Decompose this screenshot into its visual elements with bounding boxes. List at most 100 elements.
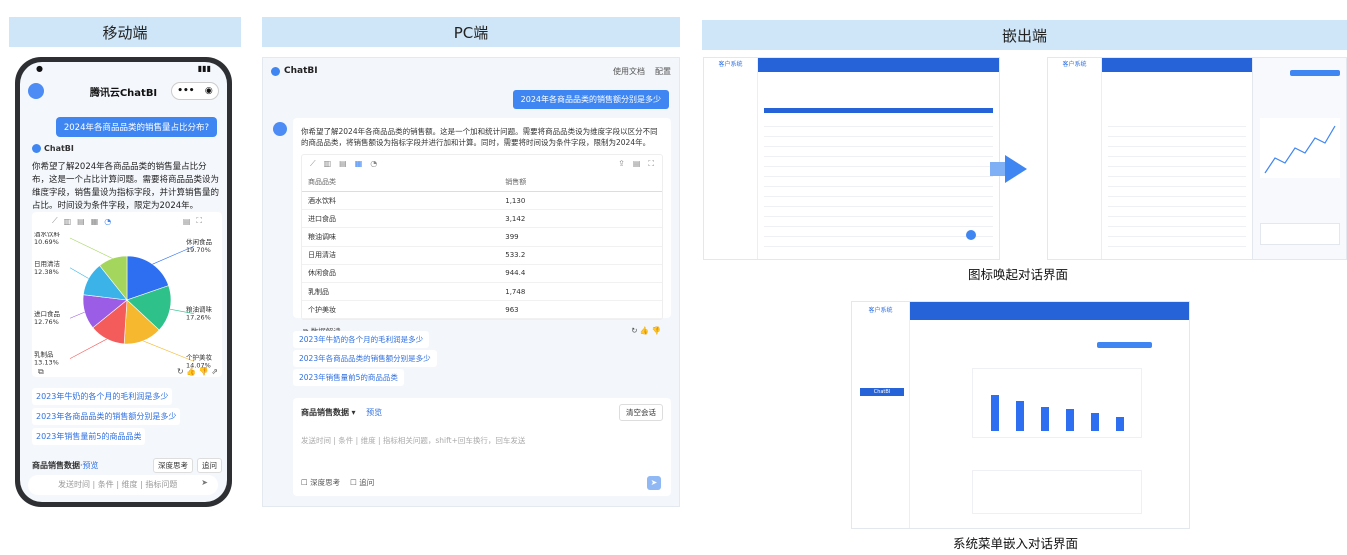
table-header: 销售额 [499, 173, 662, 192]
phone-screen: ● ▮▮▮ 腾讯云ChatBI ••• ◉ 2024年各商品品类的销售量占比分布? … [20, 62, 227, 502]
pie-value-label: 12.38% [34, 268, 59, 276]
embed-table-row [764, 166, 993, 167]
pc-input-box[interactable]: 商品销售数据 ▾ 预览 清空会话 发送时间 | 条件 | 维度 | 指标相关问题… [293, 398, 671, 496]
bot-answer-text: 你希望了解2024年各商品品类的销售量占比分布，这是一个占比计算问题。需要将商品… [32, 162, 220, 211]
drawer-line-chart [1260, 118, 1340, 178]
pc-header-label: PC端 [453, 23, 489, 42]
export-icon[interactable]: ▤ [183, 217, 191, 226]
pie-value-label: 13.13% [34, 359, 59, 367]
pie-leader-line [69, 267, 89, 279]
preview-link[interactable]: 预览 [366, 408, 382, 417]
embed-table-row [1108, 226, 1246, 227]
line-chart-icon[interactable]: ⟋ [310, 159, 316, 169]
caption-icon-invoke: 图标唤起对话界面 [968, 267, 1069, 282]
table-row: 个护美妆 963 [302, 300, 662, 320]
feedback-icons[interactable]: ↻ 👍 👎 [631, 326, 661, 337]
fullscreen-icon[interactable]: ⛶ [648, 159, 654, 169]
pie-chart-icon[interactable]: ◔ [370, 159, 377, 169]
embed-table-row [1108, 196, 1246, 197]
embed-table-row [1108, 186, 1246, 187]
chatbi-float-icon[interactable] [966, 230, 976, 240]
settings-link[interactable]: 配置 [655, 66, 671, 77]
fullscreen-icon[interactable]: ⛶ [196, 216, 202, 226]
table-row: 粮油调味 399 [302, 227, 662, 247]
chat-input[interactable] [1260, 223, 1340, 245]
send-icon[interactable]: ➤ [647, 476, 661, 490]
table-cell: 1,130 [499, 191, 662, 211]
deep-think-checkbox[interactable]: ☐ 深度思考 [301, 477, 340, 488]
chat-drawer [1252, 58, 1346, 259]
followup-label: 追问 [359, 478, 375, 487]
bot-brand: ChatBI [32, 144, 74, 153]
result-table-card: ⟋ ▥ ▤ ▦ ◔ ⇪ ▤ ⛶ 商品品类 销售额 酒水饮料 1,130 进口食品 3,142 粮油调味… [301, 154, 663, 321]
docs-link[interactable]: 使用文档 [613, 66, 645, 77]
suggestion-item[interactable]: 2023年牛奶的各个月的毛利润是多少 [32, 388, 173, 405]
dataset-selector[interactable]: 商品销售数据 [301, 408, 349, 417]
followup-checkbox[interactable]: ☐ 追问 [350, 477, 374, 488]
pie-label: 休闲食品 [186, 237, 212, 246]
table-row: 日用清洁 533.2 [302, 246, 662, 265]
embed-table-row [764, 156, 993, 157]
suggestion-item[interactable]: 2023年牛奶的各个月的毛利润是多少 [293, 331, 430, 348]
bar-chart-svg [991, 395, 1124, 431]
table-row: 乳制品 1,748 [302, 282, 662, 302]
chat-input[interactable] [972, 470, 1142, 514]
clear-session-button[interactable]: 清空会话 [619, 404, 663, 421]
embed-sidebar: 客户系统 [704, 58, 758, 259]
dataset-selector[interactable]: 商品销售数据 [32, 461, 80, 470]
embed-tabs [764, 108, 993, 113]
column-chart-icon[interactable]: ▤ [77, 217, 85, 226]
export-icon[interactable]: ⇪ [618, 159, 625, 169]
bot-avatar-icon [32, 144, 41, 153]
user-question-bubble: 2024年各商品品类的销售额分别是多少 [512, 90, 669, 109]
download-icon[interactable]: ▤ [633, 159, 641, 169]
embed-table-row [764, 176, 993, 177]
embed-app-name: 客户系统 [718, 61, 743, 68]
bar [1066, 409, 1074, 431]
table-cell: 963 [499, 300, 662, 320]
embed-table-row [1108, 136, 1246, 137]
mobile-section-header: 移动端 [9, 17, 241, 47]
miniapp-capsule[interactable]: ••• ◉ [171, 82, 219, 100]
embed-table-row [764, 126, 993, 127]
card-actions: ⧉ ↻ 👍 👎 ⇗ [38, 367, 218, 377]
bar [1091, 413, 1099, 431]
pie-chart-icon[interactable]: ◔ [104, 217, 111, 226]
table-icon[interactable]: ▦ [355, 159, 363, 169]
embed-section-header: 嵌出端 [702, 20, 1347, 50]
table-header: 商品品类 [302, 173, 500, 192]
followup-toggle[interactable]: 追问 [197, 458, 222, 473]
suggestion-item[interactable]: 2023年各商品品类的销售额分别是多少 [32, 408, 181, 425]
column-chart-icon[interactable]: ▤ [339, 159, 347, 169]
pie-chart: 休闲食品19.70%粮油调味17.26%个护美妆14.07%乳制品13.13%进… [34, 232, 213, 369]
pie-label: 乳制品 [34, 350, 54, 359]
deep-think-toggle[interactable]: 深度思考 [153, 458, 193, 473]
more-icon[interactable]: ••• [177, 86, 194, 96]
arrow-right-icon [1005, 155, 1027, 183]
suggestion-item[interactable]: 2023年销售量前5的商品品类 [32, 428, 146, 445]
preview-link[interactable]: 预览 [83, 461, 99, 470]
table-icon[interactable]: ▦ [91, 217, 99, 226]
arrow-body [990, 162, 1006, 176]
mobile-app-title: 腾讯云ChatBI [89, 87, 158, 99]
suggestion-item[interactable]: 2023年销售量前5的商品品类 [293, 369, 404, 386]
bar-chart-icon[interactable]: ▥ [64, 217, 72, 226]
embed-top-bar [910, 302, 1189, 320]
pie-label: 日用清洁 [34, 259, 61, 268]
interpret-icon[interactable]: ⧉ [38, 367, 44, 377]
suggestion-item[interactable]: 2023年各商品品类的销售额分别是多少 [293, 350, 437, 367]
close-icon[interactable]: ◉ [205, 86, 213, 96]
embed-table-row [764, 136, 993, 137]
table-row: 酒水饮料 1,130 [302, 191, 662, 211]
bar-chart-icon[interactable]: ▥ [324, 159, 332, 169]
embed-table-row [764, 216, 993, 217]
status-bar: ● ▮▮▮ [36, 64, 211, 73]
sidebar-item-chatbi[interactable]: ChatBI [860, 388, 904, 396]
send-icon[interactable]: ➤ [201, 478, 208, 487]
table-cell: 粮油调味 [302, 227, 500, 247]
pc-chat-window: ChatBI 使用文档 配置 2024年各商品品类的销售额分别是多少 你希望了解2… [262, 57, 680, 507]
line-chart-icon[interactable]: ⟋ [52, 216, 58, 226]
bar [1041, 407, 1049, 431]
table-cell: 944.4 [499, 264, 662, 283]
mobile-input[interactable]: 发送时间 | 条件 | 维度 | 指标问题 ➤ [28, 475, 218, 495]
